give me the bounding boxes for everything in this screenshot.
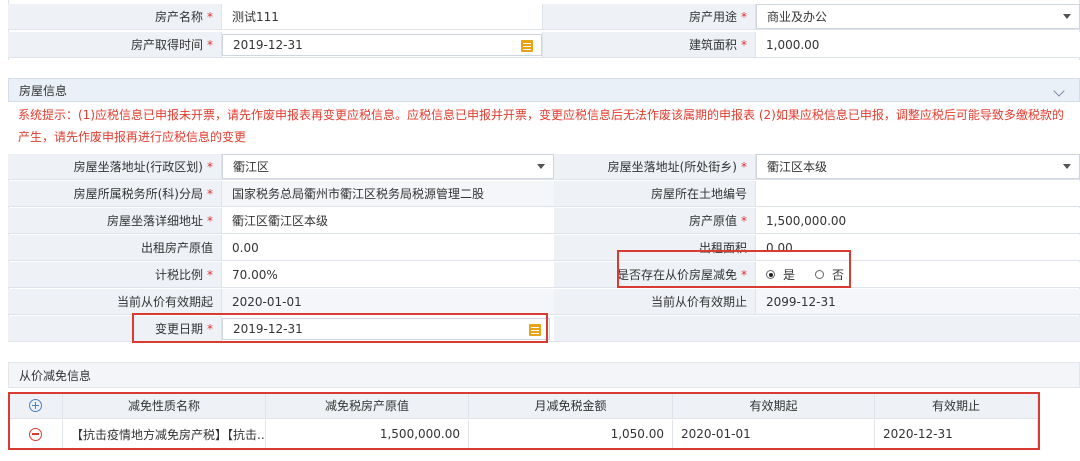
form-row-address: 房屋坐落详细地址 * 衢江区衢江区本级 房产原值 * 1,500,000.00 — [8, 208, 1080, 234]
valid-from-field: 2020-01-01 — [222, 289, 554, 314]
reduction-no-radio[interactable] — [815, 270, 825, 279]
col-header-valid-from: 有效期起 — [673, 393, 875, 418]
chevron-down-icon — [1063, 164, 1071, 169]
reduction-yes-label[interactable]: 是 — [783, 266, 795, 283]
relief-info-title: 从价减免信息 — [19, 368, 92, 383]
street-value: 衢江区本级 — [767, 160, 828, 174]
col-header-name: 减免性质名称 — [63, 393, 266, 418]
relief-table: 减免性质名称 减免税房产原值 月减免税金额 有效期起 有效期止 【抗击疫情地方减… — [8, 392, 1038, 448]
valid-to-field: 2099-12-31 — [756, 289, 1080, 314]
form-row-rent: 出租房产原值 0.00 出租面积 0.00 — [8, 235, 1080, 261]
rent-original-field[interactable]: 0.00 — [222, 235, 554, 260]
calendar-icon[interactable] — [529, 324, 541, 336]
calendar-icon[interactable] — [521, 40, 533, 52]
address-label: 房屋坐落详细地址 * — [8, 208, 222, 233]
original-value-value: 1,500,000.00 — [766, 213, 847, 228]
original-value-field[interactable]: 1,500,000.00 — [756, 208, 1080, 233]
cell-original-value[interactable]: 1,500,000.00 — [266, 420, 469, 448]
building-area-field[interactable]: 1,000.00 — [756, 32, 1080, 57]
house-info-header[interactable]: 房屋信息 — [8, 78, 1080, 102]
building-area-label: 建筑面积 * — [542, 32, 756, 57]
rent-area-value: 0.00 — [766, 240, 793, 255]
street-select[interactable]: 衢江区本级 — [756, 154, 1080, 179]
cell-monthly-amount[interactable]: 1,050.00 — [469, 420, 673, 448]
tax-ratio-value: 70.00% — [232, 267, 278, 282]
change-date-spacer — [554, 316, 1080, 341]
house-info-title: 房屋信息 — [19, 83, 68, 98]
street-label: 房屋坐落地址(所处街乡) * — [554, 154, 756, 179]
form-row-tax-office: 房屋所属税务所(科)分局 * 国家税务总局衢州市衢江区税务局税源管理二股 房屋所在… — [8, 181, 1080, 207]
chevron-down-icon — [1063, 14, 1071, 19]
valid-from-label: 当前从价有效期起 — [8, 289, 222, 314]
col-header-monthly-amount: 月减免税金额 — [469, 393, 673, 418]
acquire-date-label: 房产取得时间 * — [8, 32, 222, 57]
reduction-no-label[interactable]: 否 — [832, 266, 844, 283]
change-date-label: 变更日期 * — [8, 316, 222, 341]
plus-circle-icon[interactable] — [29, 399, 42, 412]
property-name-field[interactable]: 测试111 — [222, 4, 542, 29]
valid-to-value: 2099-12-31 — [766, 294, 836, 309]
rent-original-value: 0.00 — [232, 240, 259, 255]
cell-valid-from[interactable]: 2020-01-01 — [673, 420, 875, 448]
system-notice: 系统提示：(1)应税信息已申报未开票，请先作废申报表再变更应税信息。应税信息已申… — [8, 104, 1080, 152]
collapse-chevron-icon[interactable] — [1053, 85, 1065, 97]
tax-ratio-field[interactable]: 70.00% — [222, 262, 554, 287]
remove-row-cell — [9, 420, 63, 448]
land-no-field[interactable] — [756, 181, 1080, 206]
minus-circle-icon[interactable] — [29, 427, 42, 441]
form-row-valid-period: 当前从价有效期起 2020-01-01 当前从价有效期止 2099-12-31 — [8, 289, 1080, 315]
cell-name[interactable]: 【抗击疫情地方减免房产税】【抗击... — [63, 420, 266, 448]
form-row-change-date: 变更日期 * 2019-12-31 — [8, 316, 1080, 342]
tax-ratio-label: 计税比例 * — [8, 262, 222, 287]
property-name-value: 测试111 — [232, 10, 279, 24]
form-row-property-name: 房产名称 * 测试111 房产用途 * 商业及办公 — [8, 4, 1080, 30]
acquire-date-input[interactable]: 2019-12-31 — [222, 34, 542, 56]
rent-area-field[interactable]: 0.00 — [756, 235, 1080, 260]
table-row: 【抗击疫情地方减免房产税】【抗击... 1,500,000.00 1,050.0… — [9, 420, 1037, 448]
original-value-label: 房产原值 * — [554, 208, 756, 233]
relief-info-header: 从价减免信息 — [8, 362, 1080, 388]
form-row-acquire-date: 房产取得时间 * 2019-12-31 建筑面积 * 1,000.00 — [8, 32, 1080, 58]
relief-table-header: 减免性质名称 减免税房产原值 月减免税金额 有效期起 有效期止 — [9, 393, 1037, 419]
valid-to-label: 当前从价有效期止 — [554, 289, 756, 314]
district-select[interactable]: 衢江区 — [222, 154, 554, 179]
tax-office-label: 房屋所属税务所(科)分局 * — [8, 181, 222, 206]
change-date-value: 2019-12-31 — [233, 322, 303, 336]
form-row-district: 房屋坐落地址(行政区划) * 衢江区 房屋坐落地址(所处街乡) * 衢江区本级 — [8, 154, 1080, 180]
building-area-value: 1,000.00 — [766, 37, 820, 52]
tax-office-value: 国家税务总局衢州市衢江区税务局税源管理二股 — [232, 187, 485, 201]
district-label: 房屋坐落地址(行政区划) * — [8, 154, 222, 179]
add-row-cell — [9, 393, 63, 418]
property-use-select[interactable]: 商业及办公 — [756, 4, 1080, 29]
change-date-input[interactable]: 2019-12-31 — [222, 318, 550, 340]
chevron-down-icon — [537, 164, 545, 169]
reduction-radio-group: 是 否 — [756, 262, 1080, 287]
valid-from-value: 2020-01-01 — [232, 294, 302, 309]
col-header-valid-to: 有效期止 — [875, 393, 1037, 418]
address-field[interactable]: 衢江区衢江区本级 — [222, 208, 554, 233]
property-name-label: 房产名称 * — [8, 4, 222, 29]
address-value: 衢江区衢江区本级 — [232, 214, 329, 228]
reduction-yes-radio[interactable] — [766, 270, 775, 279]
tax-office-field: 国家税务总局衢州市衢江区税务局税源管理二股 — [222, 181, 554, 206]
form-row-tax-ratio: 计税比例 * 70.00% 是否存在从价房屋减免 * 是 否 — [8, 262, 1080, 288]
property-use-label: 房产用途 * — [542, 4, 756, 29]
rent-area-label: 出租面积 — [554, 235, 756, 260]
district-value: 衢江区 — [233, 160, 270, 174]
rent-original-label: 出租房产原值 — [8, 235, 222, 260]
cell-valid-to[interactable]: 2020-12-31 — [875, 420, 1037, 448]
land-no-label: 房屋所在土地编号 — [554, 181, 756, 206]
col-header-original-value: 减免税房产原值 — [266, 393, 469, 418]
system-notice-text: 系统提示：(1)应税信息已申报未开票，请先作废申报表再变更应税信息。应税信息已申… — [18, 108, 1064, 144]
property-use-value: 商业及办公 — [767, 10, 828, 24]
acquire-date-value: 2019-12-31 — [233, 38, 303, 52]
reduction-label: 是否存在从价房屋减免 * — [554, 262, 756, 287]
